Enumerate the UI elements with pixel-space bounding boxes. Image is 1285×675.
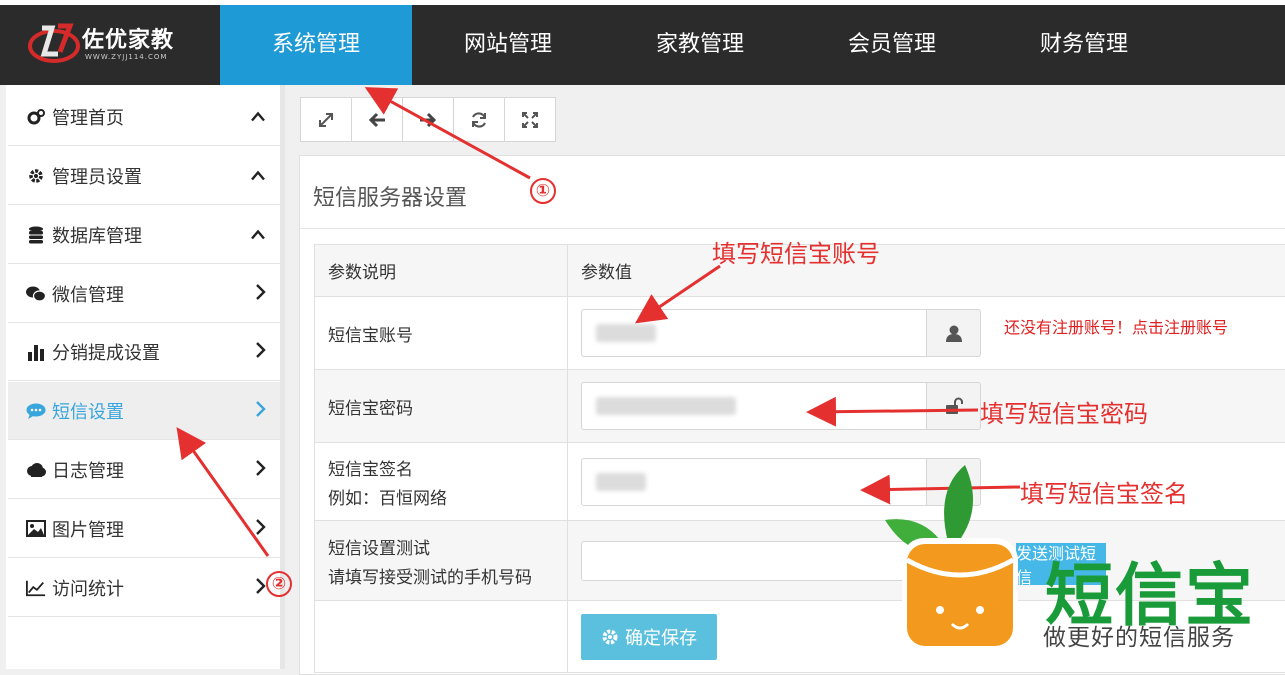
bar-chart-icon [26,342,46,362]
brand-watermark: 短信宝 做更好的短信服务 [880,460,1285,669]
forward-button[interactable] [402,97,454,142]
sidebar: 管理首页 管理员设置 数据库管理 微信管理 分销提成设置 短信设置 日志管理 图… [0,85,285,669]
chevron-right-icon [254,400,266,422]
toolbar [300,97,555,142]
row-label-signature: 短信宝签名 例如：百恒网络 [315,443,568,521]
wechat-icon [26,284,46,304]
line-chart-icon [26,578,46,598]
test-label: 短信设置测试 [328,534,567,559]
annotation-password: 填写短信宝密码 [980,394,1148,429]
brand-slogan: 做更好的短信服务 [1043,618,1235,652]
chevron-up-icon [250,166,266,185]
row-label-account: 短信宝账号 [315,297,568,370]
password-input[interactable] [581,382,927,430]
chevron-right-icon [254,577,266,599]
expand-icon [317,111,335,129]
signature-input[interactable] [581,458,927,506]
image-icon [26,519,46,539]
test-hint: 请填写接受测试的手机号码 [328,563,567,588]
sidebar-item-label: 微信管理 [52,281,124,307]
signature-label: 短信宝签名 [328,455,567,480]
password-input-group [581,382,981,430]
sidebar-item-home[interactable]: 管理首页 [8,88,280,146]
chevron-right-icon [254,341,266,363]
database-icon [26,225,46,245]
sidebar-item-label: 管理员设置 [52,163,142,189]
blurred-value [596,473,646,491]
account-input[interactable] [581,309,927,357]
header-col-description: 参数说明 [315,245,568,297]
sidebar-edge [0,85,6,669]
step-marker-1: ① [530,178,556,204]
register-link[interactable]: 还没有注册账号！点击注册账号 [1004,314,1228,338]
chevron-up-icon [250,107,266,126]
row-label-password: 短信宝密码 [315,370,568,443]
logo-url: WWW.ZYJJ114.COM [85,53,167,61]
arrow-left-icon [368,112,386,128]
refresh-button[interactable] [453,97,505,142]
cloud-icon [26,460,46,480]
panel-divider [300,228,1285,229]
save-button-label: 确定保存 [625,624,697,650]
sidebar-item-database[interactable]: 数据库管理 [8,206,280,264]
user-icon [927,309,981,357]
blurred-value [596,397,736,415]
sidebar-item-label: 访问统计 [52,575,124,601]
sidebar-item-label: 管理首页 [52,104,124,130]
sidebar-item-label: 日志管理 [52,457,124,483]
main-nav: 系统管理 网站管理 家教管理 会员管理 财务管理 [220,5,1180,85]
nav-website[interactable]: 网站管理 [412,5,604,85]
nav-finance[interactable]: 财务管理 [988,5,1180,85]
save-button[interactable]: 确定保存 [581,614,717,660]
sidebar-item-label: 分销提成设置 [52,339,160,365]
sidebar-item-images[interactable]: 图片管理 [8,500,280,558]
signature-hint: 例如：百恒网络 [328,484,567,509]
cogs-icon [26,107,46,127]
chevron-up-icon [250,225,266,244]
sidebar-item-sms[interactable]: 短信设置 [8,382,280,440]
fullscreen-icon [521,111,539,129]
sidebar-item-distribution[interactable]: 分销提成设置 [8,323,280,381]
back-button[interactable] [351,97,403,142]
step-marker-2: ② [266,571,292,597]
row-label-test: 短信设置测试 请填写接受测试的手机号码 [315,521,568,601]
gear-icon [601,628,619,646]
unlock-icon [927,382,981,430]
sidebar-item-wechat[interactable]: 微信管理 [8,265,280,323]
account-input-group [581,309,981,357]
expand-button[interactable] [300,97,352,142]
chevron-right-icon [254,283,266,305]
comment-icon [26,401,46,421]
sidebar-item-admin[interactable]: 管理员设置 [8,147,280,205]
chevron-right-icon [254,459,266,481]
sidebar-item-logs[interactable]: 日志管理 [8,441,280,499]
top-bar: 佐优家教 WWW.ZYJJ114.COM 系统管理 网站管理 家教管理 会员管理… [0,0,1285,85]
sidebar-item-label: 图片管理 [52,516,124,542]
panel-title: 短信服务器设置 [313,180,467,212]
header-col-value: 参数值 [568,245,1285,297]
logo-mark-icon [28,22,80,64]
logo-name: 佐优家教 [82,22,174,54]
brand-mascot-icon [880,460,1030,660]
blurred-value [596,324,656,342]
sidebar-item-label: 短信设置 [52,398,124,424]
sidebar-item-stats[interactable]: 访问统计 [8,559,280,617]
logo[interactable]: 佐优家教 WWW.ZYJJ114.COM [22,20,202,68]
sidebar-item-label: 数据库管理 [52,222,142,248]
annotation-account: 填写短信宝账号 [712,234,880,269]
gear-icon [26,166,46,186]
refresh-icon [470,111,488,129]
nav-system[interactable]: 系统管理 [220,5,412,85]
fullscreen-button[interactable] [504,97,556,142]
chevron-right-icon [254,518,266,540]
nav-members[interactable]: 会员管理 [796,5,988,85]
nav-tutoring[interactable]: 家教管理 [604,5,796,85]
arrow-right-icon [419,112,437,128]
